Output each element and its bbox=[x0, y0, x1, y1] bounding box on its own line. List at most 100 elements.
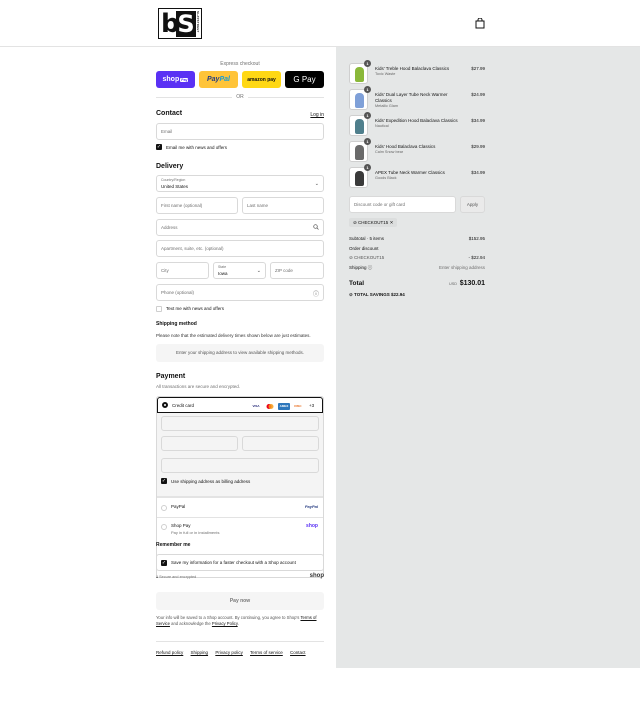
paypal-wordmark-b: Pal bbox=[219, 76, 230, 83]
remove-discount-icon[interactable]: ✕ bbox=[390, 220, 394, 225]
text-checkbox-label: Text me with news and offers bbox=[166, 306, 224, 311]
footer-divider bbox=[156, 641, 324, 642]
product-variant: Calm Snow bear bbox=[375, 150, 404, 154]
help-icon[interactable]: ⓘ bbox=[368, 265, 373, 270]
email-placeholder: Email bbox=[161, 129, 173, 134]
product-name: Kids' Expedition Hood Balaclava Classics bbox=[375, 118, 458, 123]
subtotal-row: Subtotal · 5 items $152.95 bbox=[349, 236, 485, 241]
product-name: Kids' Hood Balaclava Classics bbox=[375, 144, 436, 149]
cart-item: 1 Kids' Expedition Hood Balaclava Classi… bbox=[349, 112, 485, 137]
credit-card-radio[interactable] bbox=[162, 402, 168, 408]
subtotal-label: Subtotal · 5 items bbox=[349, 236, 385, 241]
search-icon bbox=[313, 224, 319, 230]
shop-pay-logo: shop bbox=[306, 523, 318, 529]
news-checkbox[interactable]: ✓ bbox=[156, 144, 162, 150]
discount-placeholder: Discount code or gift card bbox=[354, 202, 406, 207]
privacy-policy-link[interactable]: Privacy Policy bbox=[212, 621, 238, 626]
payment-methods: Credit card VISA AMEX DISC +3 ✓ Use ship… bbox=[156, 396, 324, 578]
state-select[interactable]: State Iowa ⌄ bbox=[213, 262, 266, 279]
credit-card-option[interactable]: Credit card VISA AMEX DISC +3 bbox=[157, 397, 323, 413]
chevron-down-icon: ⌄ bbox=[256, 268, 261, 274]
footer-contact[interactable]: Contact bbox=[290, 650, 306, 655]
email-field[interactable]: Email bbox=[156, 123, 324, 140]
footer-refund-policy[interactable]: Refund policy bbox=[156, 650, 183, 655]
amazon-pay-button[interactable]: amazon pay bbox=[242, 71, 281, 88]
card-number-field[interactable] bbox=[161, 416, 319, 431]
store-logo[interactable]: b S SLAYSTREET bbox=[158, 8, 202, 39]
apply-button[interactable]: Apply bbox=[460, 196, 485, 213]
text-checkbox[interactable] bbox=[156, 306, 162, 312]
paypal-logo: PayPal bbox=[304, 504, 318, 509]
footer-terms-of-service[interactable]: Terms of service bbox=[250, 650, 283, 655]
product-variant: Toxic Waste bbox=[375, 72, 396, 76]
address-placeholder: Address bbox=[161, 225, 178, 230]
expiration-field[interactable] bbox=[161, 436, 238, 451]
shipping-value: Enter shipping address bbox=[438, 265, 485, 270]
last-name-field[interactable]: Last name bbox=[242, 197, 324, 214]
city-field[interactable]: City bbox=[156, 262, 209, 279]
secure-note: 🔒︎ Secure and encrypted bbox=[156, 575, 196, 579]
or-label: OR bbox=[236, 94, 244, 100]
pay-now-button[interactable]: Pay now bbox=[156, 592, 324, 610]
phone-placeholder: Phone (optional) bbox=[161, 290, 195, 295]
remember-me-heading: Remember me bbox=[156, 542, 191, 548]
cart-item: 1 APEX Tube Neck Warmer Classics Goods B… bbox=[349, 164, 485, 189]
news-checkbox-label: Email me with news and offers bbox=[166, 145, 227, 150]
product-variant: Nautical bbox=[375, 124, 389, 128]
lock-icon: 🔒︎ bbox=[156, 575, 159, 579]
country-select[interactable]: Country/Region United States ⌄ bbox=[156, 175, 324, 192]
shipping-row: Shipping ⓘ Enter shipping address bbox=[349, 265, 485, 271]
shop-pay-button[interactable]: shop Pay bbox=[156, 71, 195, 88]
apartment-field[interactable]: Apartment, suite, etc. (optional) bbox=[156, 240, 324, 257]
secure-note-text: Secure and encrypted bbox=[159, 575, 197, 579]
quantity-badge: 1 bbox=[364, 86, 371, 93]
country-value: United States bbox=[161, 184, 189, 189]
phone-field[interactable]: Phone (optional) ⓘ bbox=[156, 284, 324, 301]
currency-code: USD bbox=[448, 282, 457, 286]
footer-shipping[interactable]: Shipping bbox=[191, 650, 209, 655]
more-cards-count: +3 bbox=[309, 403, 315, 408]
logo-side-text: SLAYSTREET bbox=[196, 11, 200, 33]
help-icon[interactable]: ⓘ bbox=[313, 289, 319, 298]
zip-field[interactable]: ZIP code bbox=[270, 262, 324, 279]
quantity-badge: 1 bbox=[364, 60, 371, 67]
state-label: State bbox=[218, 265, 227, 269]
zip-placeholder: ZIP code bbox=[275, 268, 293, 273]
save-info-checkbox[interactable]: ✓ bbox=[161, 560, 167, 566]
footer-links: Refund policy Shipping Privacy policy Te… bbox=[156, 650, 312, 655]
first-name-field[interactable]: First name (optional) bbox=[156, 197, 238, 214]
shop-logo: shop bbox=[309, 573, 324, 579]
contact-heading: Contact bbox=[156, 110, 183, 117]
save-info-option[interactable]: ✓ Save my information for a faster check… bbox=[156, 554, 324, 571]
footer-privacy-policy[interactable]: Privacy policy bbox=[215, 650, 243, 655]
paypal-option[interactable]: PayPal PayPal bbox=[157, 497, 323, 517]
shop-pay-option[interactable]: Shop Pay Pay in full or in installments … bbox=[157, 517, 323, 545]
legal-text: Your info will be saved to a Shop accoun… bbox=[156, 615, 324, 627]
header: b S SLAYSTREET bbox=[0, 0, 640, 47]
product-price: $27.99 bbox=[471, 66, 485, 71]
paypal-button[interactable]: Pay Pal bbox=[199, 71, 238, 88]
product-name: Kids' Dual Layer Tube Neck Warmer Classi… bbox=[375, 92, 448, 103]
login-link[interactable]: Log in bbox=[310, 112, 324, 118]
amex-icon: AMEX bbox=[278, 403, 290, 410]
savings-amount: $22.94 bbox=[390, 292, 405, 297]
cart-item: 1 Kids' Dual Layer Tube Neck Warmer Clas… bbox=[349, 86, 485, 111]
tag-icon: ⊘ bbox=[349, 255, 353, 260]
order-discount-label: Order discount bbox=[349, 246, 379, 251]
billing-checkbox-label: Use shipping address as billing address bbox=[171, 479, 251, 484]
discount-code-field[interactable]: Discount code or gift card bbox=[349, 196, 456, 213]
country-label: Country/Region bbox=[161, 178, 186, 182]
name-on-card-field[interactable] bbox=[161, 458, 319, 473]
paypal-radio[interactable] bbox=[161, 505, 167, 511]
security-code-field[interactable] bbox=[242, 436, 319, 451]
address-field[interactable]: Address bbox=[156, 219, 324, 236]
savings-label: TOTAL SAVINGS bbox=[354, 292, 390, 297]
shopping-bag-icon[interactable] bbox=[475, 18, 485, 29]
paypal-wordmark-a: Pay bbox=[207, 76, 220, 83]
shop-pay-wordmark: shop bbox=[162, 76, 180, 83]
shop-pay-radio[interactable] bbox=[161, 524, 167, 530]
discount-code: CHECKOUT15 bbox=[354, 255, 385, 260]
product-name: Kids' Treble Hood Balaclava Classics bbox=[375, 66, 450, 71]
google-pay-button[interactable]: G Pay bbox=[285, 71, 324, 88]
billing-checkbox[interactable]: ✓ bbox=[161, 478, 167, 484]
